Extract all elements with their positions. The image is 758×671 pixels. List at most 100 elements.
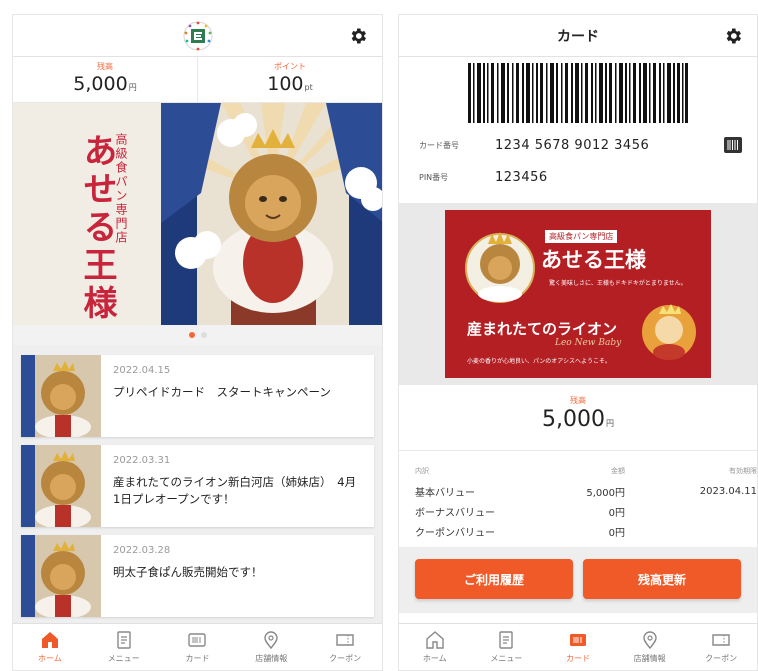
settings-gear-icon[interactable] — [348, 26, 368, 46]
table-row: ボーナスバリュー 0円 — [415, 501, 757, 521]
card-icon — [569, 634, 586, 646]
carousel-dots[interactable] — [13, 325, 382, 345]
card-balance-label: 残高 — [570, 396, 586, 405]
news-thumbnail-lion — [21, 535, 101, 617]
lion-king-illustration — [161, 103, 382, 325]
news-item[interactable]: 2022.03.31 産まれたてのライオン新白河店（姉妹店） 4月1日プレオープ… — [21, 445, 374, 527]
banner-headline: 産まれたてのライオン — [467, 320, 618, 338]
tab-label: 店舗情報 — [633, 654, 666, 663]
news-list: 2022.04.15 プリペイドカード スタートキャンペーン 2022.03.3… — [13, 345, 382, 652]
tab-home[interactable]: ホーム — [13, 624, 87, 670]
carousel-dot-active[interactable] — [188, 332, 195, 338]
coupon-icon — [712, 634, 730, 646]
card-number: 1234 5678 9012 3456 — [495, 137, 650, 153]
banner-tag: 高級食パン専門店 — [545, 230, 618, 243]
tab-label: クーポン — [329, 654, 362, 663]
home-header — [13, 15, 382, 57]
refresh-balance-button[interactable]: 残高更新 — [583, 559, 741, 599]
card-balance-value: 5,000 — [542, 407, 605, 432]
points-cell: ポイント 100pt — [197, 57, 382, 102]
tab-label: カード — [185, 654, 210, 663]
tab-label: メニュー — [490, 654, 523, 663]
banner-footer: 小麦の香りが心地良い、パンのオアシスへようこそ。 — [467, 358, 612, 365]
tab-coupon[interactable]: クーポン — [685, 624, 757, 670]
news-thumbnail-lion — [21, 445, 101, 527]
tab-label: ホーム — [38, 654, 62, 663]
col-header-breakdown: 内訳 — [415, 467, 429, 475]
table-row: クーポンバリュー 0円 — [415, 521, 757, 541]
balance-summary: 残高 5,000円 ポイント 100pt — [13, 57, 382, 103]
tab-label: カード — [565, 654, 590, 663]
baby-lion-emblem — [642, 304, 696, 360]
brand-logo-icon — [183, 21, 212, 50]
coupon-icon — [336, 634, 354, 646]
usage-history-button[interactable]: ご利用履歴 — [415, 559, 573, 599]
balance-label: 残高 — [97, 62, 113, 71]
banner-title: あせる王様 — [541, 247, 646, 272]
home-screen: 残高 5,000円 ポイント 100pt 高級食パン専門店 あせる王様 2022… — [12, 14, 383, 671]
col-header-amount: 金額 — [611, 467, 625, 475]
row-expiry: 2023.04.11 — [699, 485, 757, 497]
settings-gear-icon[interactable] — [723, 26, 743, 46]
barcode-graphic — [468, 63, 688, 123]
tab-home[interactable]: ホーム — [399, 624, 471, 670]
card-banner-area: 高級食パン専門店 あせる王様 驚く美味しさに、王様もドキドキがとまりません。 産… — [399, 203, 757, 385]
row-name: クーポンバリュー — [415, 527, 495, 539]
tab-coupon[interactable]: クーポン — [308, 624, 382, 670]
col-header-expiry: 有効期限 — [729, 467, 757, 475]
hero-banner[interactable]: 高級食パン専門店 あせる王様 — [13, 103, 382, 325]
tab-bar: ホーム メニュー カード 店舗情報 クーポン — [399, 623, 757, 670]
news-title: プリペイドカード スタートキャンペーン — [113, 385, 331, 399]
news-date: 2022.03.28 — [113, 545, 171, 556]
barcode-toggle-icon[interactable] — [723, 135, 743, 155]
location-icon — [264, 631, 278, 650]
row-amount: 0円 — [608, 507, 625, 519]
tab-card[interactable]: カード — [161, 624, 235, 670]
row-amount: 0円 — [608, 527, 625, 539]
pin-label: PIN番号 — [419, 172, 449, 182]
balance-breakdown-table: 内訳 金額 有効期限 基本バリュー 5,000円 2023.04.11 ボーナス… — [399, 451, 757, 547]
balance-cell: 残高 5,000円 — [13, 57, 197, 102]
tab-menu[interactable]: メニュー — [87, 624, 161, 670]
tab-label: クーポン — [705, 654, 738, 663]
news-item[interactable]: 2022.04.15 プリペイドカード スタートキャンペーン — [21, 355, 374, 437]
card-barcode — [399, 57, 757, 129]
card-balance: 残高 5,000円 — [399, 385, 757, 451]
tab-store-info[interactable]: 店舗情報 — [234, 624, 308, 670]
tab-label: ホーム — [422, 654, 447, 663]
carousel-dot[interactable] — [200, 332, 207, 338]
balance-value: 5,000 — [73, 73, 128, 95]
news-title: 産まれたてのライオン新白河店（姉妹店） 4月1日プレオープンです！ — [113, 475, 357, 506]
balance-unit: 円 — [128, 83, 137, 92]
tab-card[interactable]: カード — [542, 624, 614, 670]
card-actions: ご利用履歴 残高更新 — [399, 547, 757, 613]
banner-english: Leo New Baby — [555, 338, 622, 348]
news-title: 明太子食ぱん販売開始です！ — [113, 565, 263, 579]
location-icon — [642, 631, 657, 650]
tab-menu[interactable]: メニュー — [471, 624, 543, 670]
tab-bar: ホーム メニュー カード 店舗情報 クーポン — [13, 623, 382, 670]
row-name: 基本バリュー — [415, 487, 475, 499]
hero-title: あせる王様 — [77, 133, 117, 323]
points-label: ポイント — [274, 62, 306, 71]
pin-value: 123456 — [495, 169, 548, 185]
banner-description: 驚く美味しさに、王様もドキドキがとまりません。 — [549, 280, 687, 287]
row-amount: 5,000円 — [586, 487, 625, 499]
table-header: 内訳 金額 有効期限 — [415, 461, 757, 481]
row-name: ボーナスバリュー — [415, 507, 495, 519]
card-number-label: カード番号 — [419, 140, 459, 150]
news-item[interactable]: 2022.03.28 明太子食ぱん販売開始です！ — [21, 535, 374, 617]
banner-lion-emblem — [465, 232, 535, 303]
card-icon — [188, 633, 207, 647]
card-screen: カード カード番号 1234 5678 9012 3456 PIN番号 1234… — [398, 14, 758, 671]
points-unit: pt — [304, 83, 313, 92]
card-banner: 高級食パン専門店 あせる王様 驚く美味しさに、王様もドキドキがとまりません。 産… — [445, 210, 711, 378]
page-title: カード — [557, 28, 599, 45]
card-number-row: カード番号 1234 5678 9012 3456 — [399, 129, 757, 161]
news-date: 2022.03.31 — [113, 455, 171, 466]
news-date: 2022.04.15 — [113, 365, 171, 376]
pin-row: PIN番号 123456 — [399, 161, 757, 193]
home-icon — [426, 631, 444, 649]
news-thumbnail-lion — [21, 355, 101, 437]
tab-store-info[interactable]: 店舗情報 — [614, 624, 686, 670]
